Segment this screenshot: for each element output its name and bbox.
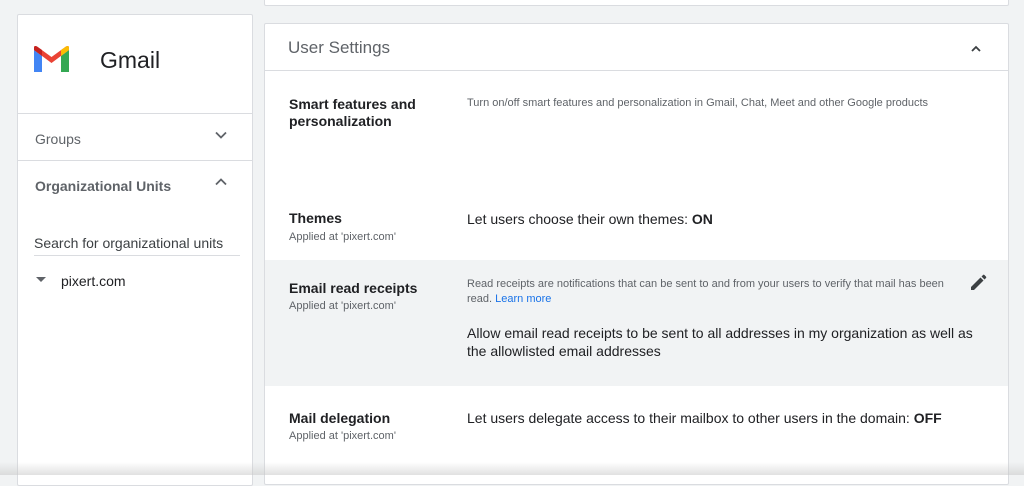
org-units-search-input[interactable] xyxy=(34,231,240,256)
setting-name: Smart features and personalization xyxy=(289,96,416,129)
setting-row-email-read-receipts[interactable]: Email read receipts Applied at 'pixert.c… xyxy=(265,260,1008,386)
setting-name: Email read receipts xyxy=(289,280,418,296)
chevron-down-icon[interactable] xyxy=(214,128,228,142)
setting-applied-at: Applied at 'pixert.com' xyxy=(289,300,396,312)
setting-value: Allow email read receipts to be sent to … xyxy=(467,325,973,359)
setting-description: Read receipts are notifications that can… xyxy=(467,277,967,307)
learn-more-link[interactable]: Learn more xyxy=(495,293,551,305)
chevron-up-icon[interactable] xyxy=(214,175,228,189)
gmail-logo xyxy=(34,46,69,72)
top-card-edge xyxy=(264,0,1009,6)
setting-value-state: ON xyxy=(691,211,713,227)
card-header[interactable]: User Settings xyxy=(265,24,1008,71)
setting-applied-at: Applied at 'pixert.com' xyxy=(289,231,396,243)
setting-value-text: Let users delegate access to their mailb… xyxy=(467,410,914,426)
user-settings-card: User Settings Smart features and persona… xyxy=(264,23,1009,485)
setting-value: Let users delegate access to their mailb… xyxy=(467,409,977,427)
bottom-fade xyxy=(0,462,1024,475)
pencil-icon[interactable] xyxy=(968,273,988,293)
setting-row-smart-features[interactable]: Smart features and personalization Turn … xyxy=(265,71,1008,166)
setting-name: Themes xyxy=(289,210,342,226)
app-header: Gmail xyxy=(18,15,252,114)
left-panel: Gmail Groups Organizational Units pixert… xyxy=(17,14,253,486)
setting-name: Mail delegation xyxy=(289,410,391,426)
nav-groups[interactable]: Groups xyxy=(18,114,252,161)
card-title: User Settings xyxy=(288,38,391,57)
setting-value-text: Let users choose their own themes: xyxy=(467,211,692,227)
setting-value: Let users choose their own themes: ON xyxy=(467,210,977,228)
app-name: Gmail xyxy=(100,47,161,73)
setting-applied-at: Applied at 'pixert.com' xyxy=(289,430,396,442)
caret-down-icon[interactable] xyxy=(36,277,46,282)
setting-value-state: OFF xyxy=(913,410,942,426)
tree-item-label: pixert.com xyxy=(61,273,126,289)
nav-org-units-label: Organizational Units xyxy=(35,178,172,194)
setting-description: Turn on/off smart features and personali… xyxy=(467,97,929,109)
nav-groups-label: Groups xyxy=(35,131,81,147)
chevron-up-icon[interactable] xyxy=(968,41,984,57)
nav-org-units[interactable]: Organizational Units xyxy=(18,161,252,207)
setting-row-themes[interactable]: Themes Applied at 'pixert.com' Let users… xyxy=(265,166,1008,260)
